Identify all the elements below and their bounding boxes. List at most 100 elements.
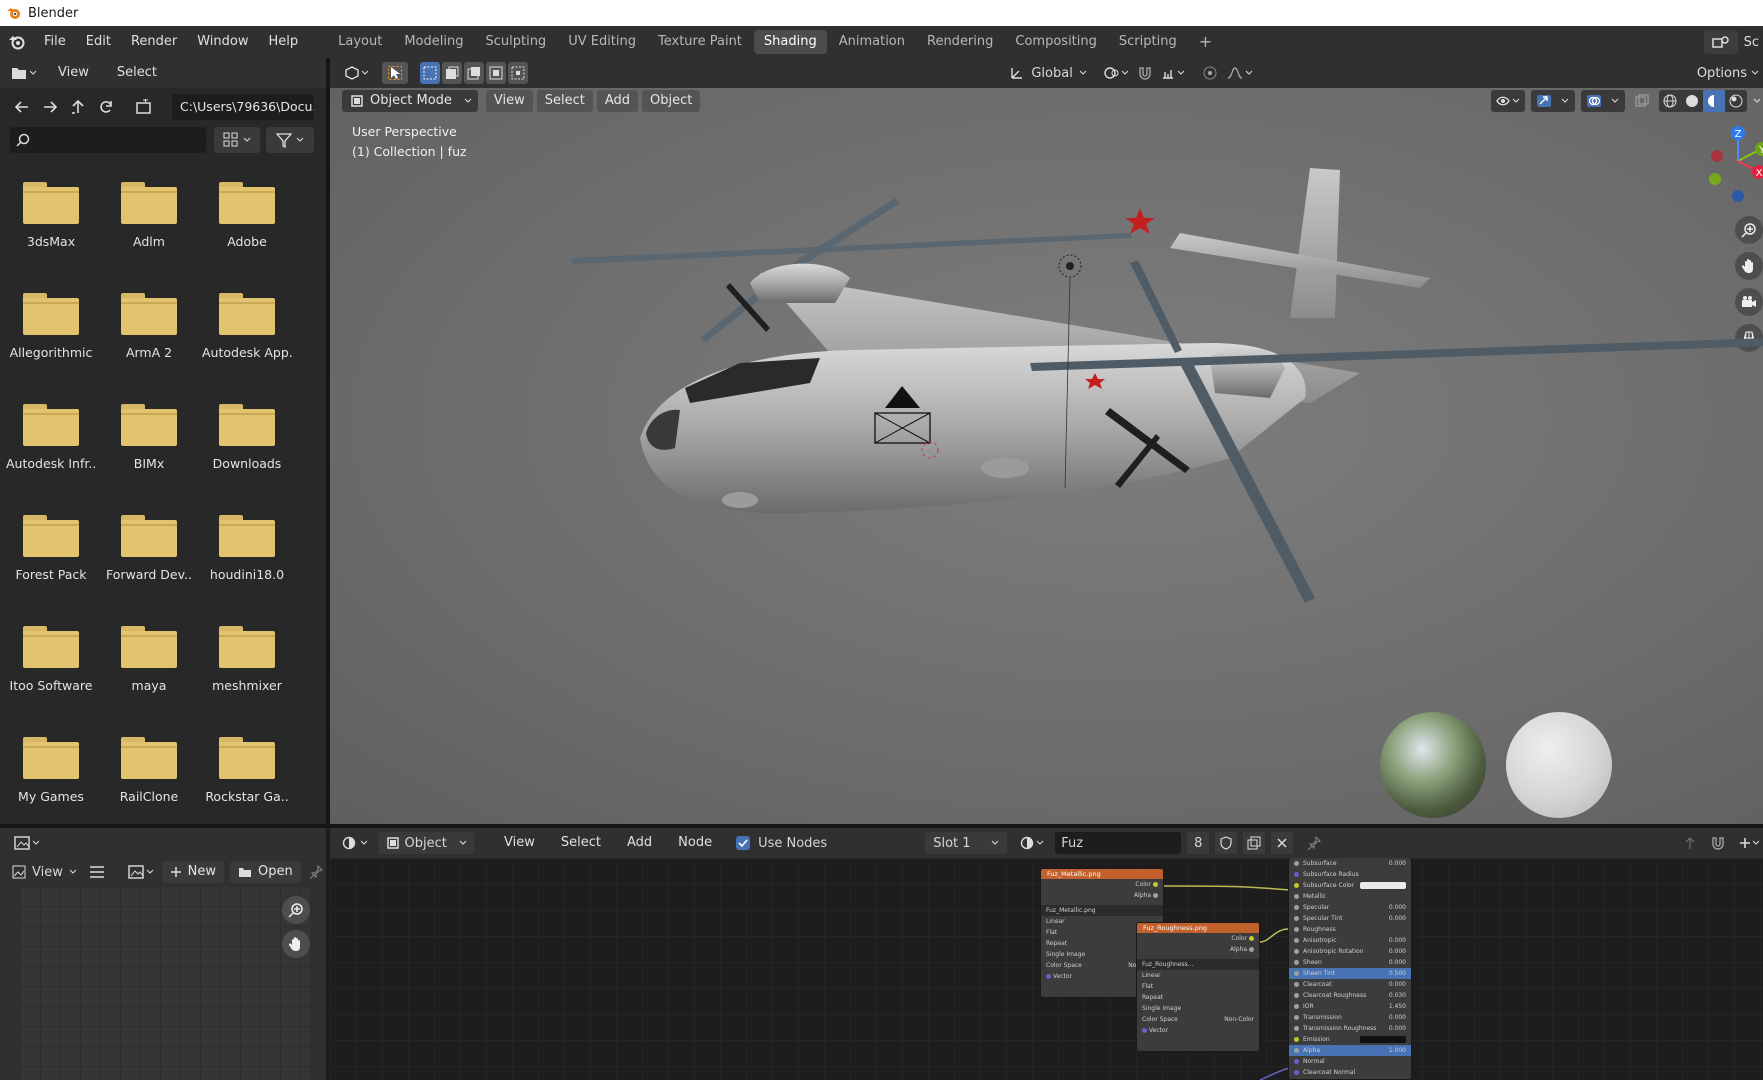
folder-item[interactable]: My Games [6, 735, 96, 804]
tab-sculpting[interactable]: Sculpting [475, 30, 556, 54]
folder-item[interactable]: Adlm [104, 180, 194, 249]
scene-selector-icon[interactable] [1703, 30, 1738, 54]
input-socket-icon[interactable] [1294, 872, 1299, 877]
3d-viewport[interactable]: Object Mode View Select Add Object User … [330, 88, 1763, 824]
folder-item[interactable]: houdini18.0 [202, 513, 292, 582]
unlink-close-icon[interactable] [1271, 832, 1294, 854]
transform-orientation-dropdown[interactable]: Global [1003, 62, 1092, 84]
parent-node-tree-icon[interactable] [1679, 832, 1701, 854]
folder-item[interactable]: BIMx [104, 402, 194, 471]
area-divider-vertical[interactable] [326, 58, 330, 824]
folder-item[interactable]: Forest Pack [6, 513, 96, 582]
bsdf-input-row[interactable]: Subsurface Radius [1289, 869, 1411, 880]
editor-type-image-editor-icon[interactable] [10, 832, 44, 854]
editor-type-file-browser-icon[interactable] [8, 62, 40, 84]
folder-item[interactable]: Autodesk Infr.. [6, 402, 96, 471]
node-image-selector[interactable]: Fuz_Roughness... [1137, 959, 1259, 970]
refresh-icon[interactable] [94, 95, 118, 119]
node-editor-canvas[interactable]: Fuz_Metallic.png Color Alpha Fuz_Metalli… [330, 858, 1763, 1080]
node-node-menu[interactable]: Node [668, 831, 722, 855]
input-socket-icon[interactable] [1294, 1070, 1299, 1075]
input-socket-icon[interactable] [1294, 1059, 1299, 1064]
tab-scripting[interactable]: Scripting [1109, 30, 1187, 54]
proportional-editing-icon[interactable] [1197, 62, 1223, 84]
input-socket-icon[interactable] [1294, 971, 1299, 976]
use-nodes-toggle[interactable]: Use Nodes [736, 836, 827, 851]
folder-item[interactable]: meshmixer [202, 624, 292, 693]
hamburger-menu-icon[interactable] [87, 861, 108, 883]
material-name-field[interactable]: Fuz [1055, 832, 1182, 854]
filter-dropdown[interactable] [266, 127, 314, 153]
input-socket-icon[interactable] [1294, 960, 1299, 965]
node-select-menu[interactable]: Select [551, 831, 611, 855]
node-snap-target-icon[interactable] [1735, 832, 1763, 854]
directory-path-field[interactable]: C:\Users\79636\Docu... [172, 94, 314, 120]
bsdf-input-row[interactable]: Emission [1289, 1034, 1411, 1045]
bsdf-input-row[interactable]: Anisotropic 0.000 [1289, 935, 1411, 946]
node-color-space[interactable]: Color SpaceNon-Color [1137, 1014, 1259, 1025]
tab-uv-editing[interactable]: UV Editing [558, 30, 646, 54]
new-image-button[interactable]: New [161, 861, 224, 883]
select-extend-icon[interactable] [442, 62, 462, 84]
material-users-count[interactable]: 8 [1187, 832, 1210, 854]
select-new-icon[interactable] [420, 62, 440, 84]
bsdf-input-row[interactable]: Clearcoat 0.000 [1289, 979, 1411, 990]
node-image-selector[interactable]: Fuz_Metallic.png [1041, 905, 1163, 916]
node-view-menu[interactable]: View [494, 831, 545, 855]
input-socket-icon[interactable] [1294, 894, 1299, 899]
pivot-point-icon[interactable] [1099, 62, 1133, 84]
color-swatch[interactable] [1360, 882, 1406, 889]
browse-material-icon[interactable] [1017, 832, 1049, 854]
node-source[interactable]: Single Image [1137, 1003, 1259, 1014]
input-socket-icon[interactable] [1294, 993, 1299, 998]
tab-layout[interactable]: Layout [328, 30, 392, 54]
folder-item[interactable]: Adobe [202, 180, 292, 249]
node-snap-icon[interactable] [1707, 832, 1729, 854]
file-browser-select-menu[interactable]: Select [107, 61, 167, 85]
image-pan-hand-icon[interactable] [282, 930, 310, 958]
select-invert-icon[interactable] [486, 62, 506, 84]
node-extension[interactable]: Repeat [1137, 992, 1259, 1003]
bsdf-input-row[interactable]: Subsurface Color [1289, 880, 1411, 891]
shader-type-dropdown[interactable]: Object [378, 832, 474, 854]
select-tool-icon[interactable] [382, 62, 408, 84]
folder-item[interactable]: Autodesk App.. [202, 291, 292, 360]
folder-item[interactable]: Rockstar Ga.. [202, 735, 292, 804]
input-socket-icon[interactable] [1294, 883, 1299, 888]
input-socket-icon[interactable] [1294, 927, 1299, 932]
input-socket-icon[interactable] [1294, 982, 1299, 987]
material-slot-dropdown[interactable]: Slot 1 [925, 832, 1008, 854]
tab-compositing[interactable]: Compositing [1005, 30, 1107, 54]
checkbox-checked-icon[interactable] [736, 836, 751, 850]
folder-item[interactable]: Itoo Software [6, 624, 96, 693]
editor-type-3d-viewport-icon[interactable] [338, 62, 374, 84]
folder-item[interactable]: Downloads [202, 402, 292, 471]
input-socket-icon[interactable] [1294, 949, 1299, 954]
open-image-button[interactable]: Open [230, 861, 301, 883]
bsdf-input-row[interactable]: Transmission Roughness 0.000 [1289, 1023, 1411, 1034]
bsdf-input-row[interactable]: Sheen Tint 0.500 [1289, 968, 1411, 979]
back-arrow-icon[interactable] [10, 95, 34, 119]
options-dropdown[interactable]: Options [1697, 66, 1747, 81]
blender-menu-icon[interactable] [0, 34, 34, 50]
folder-item[interactable]: maya [104, 624, 194, 693]
bsdf-input-row[interactable]: Sheen 0.000 [1289, 957, 1411, 968]
snap-target-icon[interactable] [1157, 62, 1191, 84]
input-socket-icon[interactable] [1294, 1004, 1299, 1009]
bsdf-input-row[interactable]: Clearcoat Roughness 0.030 [1289, 990, 1411, 1001]
input-socket-icon[interactable] [1294, 916, 1299, 921]
tab-texture-paint[interactable]: Texture Paint [648, 30, 752, 54]
bsdf-input-row[interactable]: Transmission 0.000 [1289, 1012, 1411, 1023]
menu-file[interactable]: File [34, 30, 76, 54]
roughness-image-texture-node[interactable]: Fuz_Roughness.png Color Alpha Fuz_Roughn… [1136, 922, 1260, 1052]
menu-window[interactable]: Window [187, 30, 258, 54]
bsdf-input-row[interactable]: Specular Tint 0.000 [1289, 913, 1411, 924]
tab-modeling[interactable]: Modeling [394, 30, 473, 54]
node-interpolation[interactable]: Linear [1137, 970, 1259, 981]
pin-icon[interactable] [1303, 832, 1325, 854]
editor-type-shader-editor-icon[interactable] [338, 832, 372, 854]
folder-item[interactable]: Allegorithmic [6, 291, 96, 360]
file-browser-view-menu[interactable]: View [48, 61, 99, 85]
bsdf-input-row[interactable]: Anisotropic Rotation 0.000 [1289, 946, 1411, 957]
proportional-falloff-icon[interactable] [1223, 62, 1257, 84]
